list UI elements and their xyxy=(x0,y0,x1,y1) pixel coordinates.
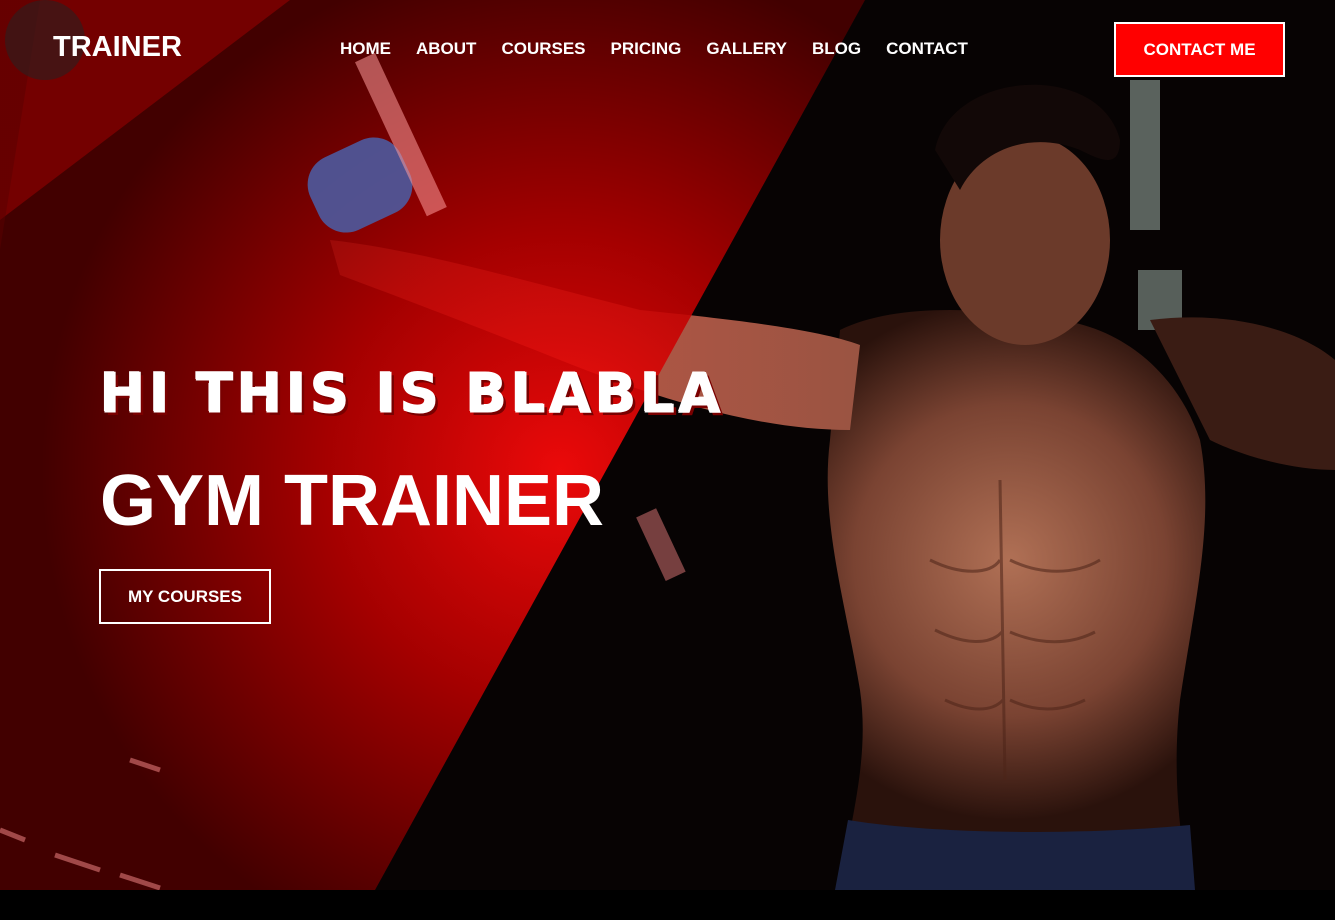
nav-item-home[interactable]: HOME xyxy=(340,39,391,59)
nav-item-pricing[interactable]: PRICING xyxy=(611,39,682,59)
page-bottom-strip xyxy=(0,890,1335,920)
nav-item-gallery[interactable]: GALLERY xyxy=(706,39,787,59)
main-nav: HOME ABOUT COURSES PRICING GALLERY BLOG … xyxy=(340,39,993,59)
nav-item-courses[interactable]: COURSES xyxy=(501,39,585,59)
hero-title: GYM TRAINER xyxy=(100,461,604,541)
hero-greeting: HI THIS IS BLABLA xyxy=(99,362,725,426)
nav-item-blog[interactable]: BLOG xyxy=(812,39,861,59)
contact-me-button[interactable]: CONTACT ME xyxy=(1114,22,1285,77)
hero-section: TRAINER HOME ABOUT COURSES PRICING GALLE… xyxy=(0,0,1335,890)
nav-item-about[interactable]: ABOUT xyxy=(416,39,476,59)
nav-item-contact[interactable]: CONTACT xyxy=(886,39,968,59)
hero-background-image xyxy=(0,0,1335,890)
site-logo[interactable]: TRAINER xyxy=(53,31,182,64)
my-courses-button[interactable]: MY COURSES xyxy=(99,569,271,624)
